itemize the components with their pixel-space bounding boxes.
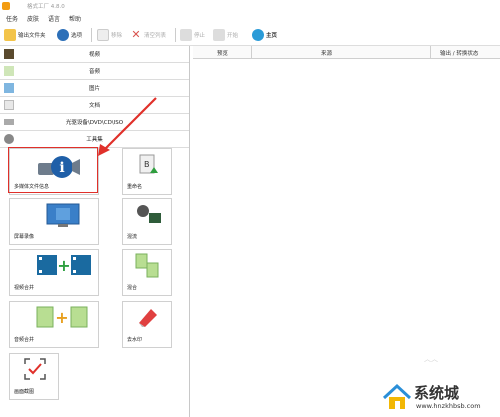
home-icon (252, 29, 264, 41)
stop-icon (180, 29, 192, 41)
mix-icon (137, 205, 161, 223)
task-list-header: 预览 来源 输出 / 转换状态 (193, 46, 500, 59)
tool-mix-label: 混流 (127, 234, 138, 240)
category-document-label: 文档 (88, 103, 100, 109)
category-video[interactable]: 视频 (0, 46, 189, 63)
toolbox-icon (4, 134, 14, 144)
category-image-label: 图片 (88, 86, 100, 92)
audio-icon (4, 66, 14, 76)
svg-text:+: + (55, 308, 68, 327)
tool-video-join-label: 视频合并 (14, 285, 35, 291)
watermark-url: www.hnzkhbsb.com (416, 402, 481, 410)
category-audio-label: 音频 (88, 69, 100, 75)
screen-record-icon (46, 203, 80, 227)
menu-skin[interactable]: 皮肤 (27, 14, 39, 23)
eraser-icon (139, 309, 157, 327)
category-optical[interactable]: 光驱设备\DVD\CD\ISO (0, 114, 189, 131)
audio-mix-icon (135, 253, 159, 278)
column-output-status[interactable]: 输出 / 转换状态 (440, 49, 478, 57)
start-button[interactable]: 开始 (213, 28, 238, 42)
category-audio[interactable]: 音频 (0, 63, 189, 80)
svg-text:+: + (57, 256, 70, 275)
output-folder-label: 输出文件夹 (18, 33, 46, 39)
category-toolbox[interactable]: 工具集 (0, 131, 189, 148)
task-list-panel: 预览 来源 输出 / 转换状态 (193, 46, 500, 417)
rename-icon: B (139, 154, 158, 174)
tool-watermark-label: 去水印 (127, 337, 143, 343)
options-label: 选项 (71, 33, 83, 39)
annotation-highlight-box (8, 147, 98, 193)
tool-audio-mix[interactable]: 混合 (122, 249, 172, 296)
stop-button[interactable]: 停止 (180, 28, 205, 42)
home-button[interactable]: 主页 (252, 28, 277, 42)
tool-rename[interactable]: B 重命名 (122, 148, 172, 195)
svg-text:B: B (144, 160, 150, 169)
window-title: 格式工厂 4.8.0 (27, 4, 65, 10)
start-icon (213, 29, 225, 41)
clear-icon: ✕ (131, 28, 141, 41)
stop-label: 停止 (194, 33, 206, 39)
tool-screen-record[interactable]: 屏幕录像 (9, 198, 99, 245)
clear-list-label: 清空列表 (144, 33, 167, 39)
tool-audio-join-label: 音频合并 (14, 337, 35, 343)
home-label: 主页 (266, 33, 278, 39)
watermark-title: 系统城 (414, 384, 460, 402)
remove-icon (97, 29, 109, 41)
tool-rename-label: 重命名 (127, 184, 143, 190)
category-optical-label: 光驱设备\DVD\CD\ISO (65, 120, 124, 126)
left-panel: 视频 音频 图片 文档 光驱设备\DVD\CD\ISO 工具集 i 多媒体文件信… (0, 46, 190, 417)
tool-screenshot-label: 画面截图 (14, 389, 35, 395)
menu-task[interactable]: 任务 (6, 14, 18, 23)
toolbar: 输出文件夹 选项 移除 ✕ 清空列表 停止 开始 主页 (0, 24, 500, 46)
image-icon (4, 83, 14, 93)
title-bar: 格式工厂 4.8.0 (0, 0, 500, 12)
column-source[interactable]: 来源 (321, 49, 332, 57)
document-icon (4, 100, 14, 110)
tool-video-join[interactable]: + 视频合并 (9, 249, 99, 296)
category-video-label: 视频 (88, 52, 100, 58)
tool-audio-join[interactable]: + 音频合并 (9, 301, 99, 348)
tool-audio-mix-label: 混合 (127, 285, 138, 291)
clear-list-button[interactable]: ✕ 清空列表 (130, 28, 166, 42)
menu-language[interactable]: 语言 (48, 14, 60, 23)
menu-help[interactable]: 帮助 (69, 14, 81, 23)
category-document[interactable]: 文档 (0, 97, 189, 114)
app-icon (2, 2, 10, 10)
tool-watermark[interactable]: 去水印 (122, 301, 172, 348)
disc-drive-icon (4, 119, 14, 125)
start-label: 开始 (227, 33, 239, 39)
remove-label: 移除 (111, 33, 123, 39)
column-preview[interactable]: 预览 (217, 49, 228, 57)
tool-screen-record-label: 屏幕录像 (14, 234, 35, 240)
watermark-house-logo (382, 383, 412, 409)
screenshot-icon (24, 358, 46, 380)
video-join-icon: + (37, 255, 91, 275)
video-icon (4, 49, 14, 59)
tool-screenshot[interactable]: 画面截图 (9, 353, 59, 400)
audio-join-icon: + (36, 306, 88, 328)
menu-bar: 任务 皮肤 语言 帮助 (0, 12, 500, 24)
category-toolbox-label: 工具集 (86, 137, 103, 143)
faint-chevron-icon: ︿︿ (424, 355, 438, 363)
folder-icon (4, 29, 16, 41)
watermark: 系统城 www.hnzkhbsb.com (382, 380, 500, 417)
options-icon (57, 29, 69, 41)
output-folder-button[interactable]: 输出文件夹 (4, 28, 46, 42)
options-button[interactable]: 选项 (57, 28, 82, 42)
tool-mix[interactable]: 混流 (122, 198, 172, 245)
category-image[interactable]: 图片 (0, 80, 189, 97)
remove-button[interactable]: 移除 (97, 28, 122, 42)
